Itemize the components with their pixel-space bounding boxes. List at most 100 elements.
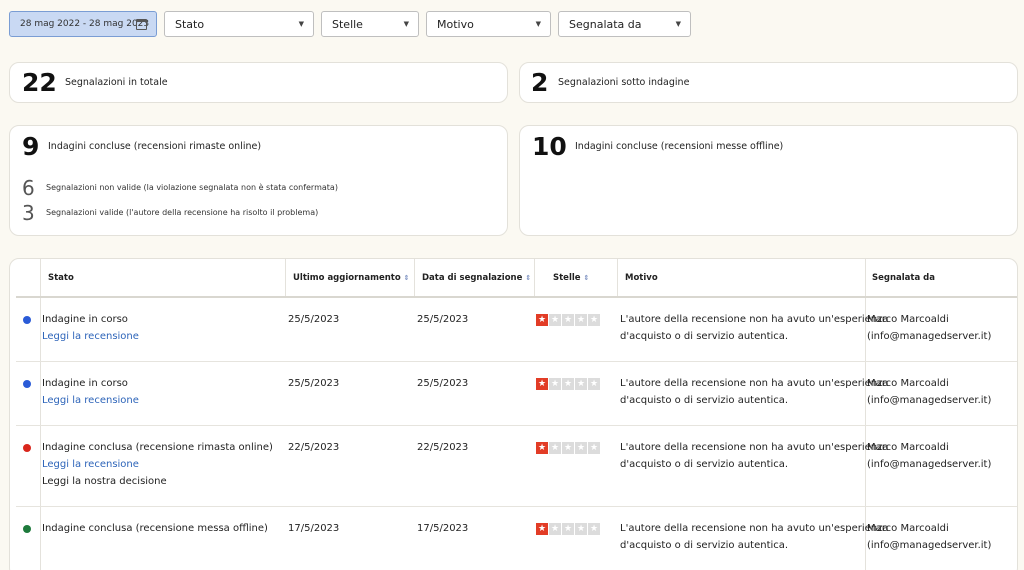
reason-dropdown-label: Motivo bbox=[437, 17, 474, 31]
column-header-report-date[interactable]: Data di segnalazione ⇕ bbox=[422, 273, 531, 283]
star-icon: ★ bbox=[536, 378, 548, 390]
invalid-reports-value: 6 bbox=[22, 176, 35, 200]
stars-dropdown[interactable]: Stelle ▼ bbox=[321, 11, 419, 37]
report-date: 22/5/2023 bbox=[417, 442, 469, 453]
reason-text: L'autore della recensione non ha avuto u… bbox=[620, 523, 889, 534]
star-icon: ★ bbox=[575, 442, 587, 454]
chevron-down-icon: ▼ bbox=[403, 20, 409, 28]
reporter-email: (info@managedserver.it) bbox=[867, 540, 992, 551]
star-icon: ★ bbox=[575, 314, 587, 326]
sort-icon: ⇕ bbox=[403, 274, 410, 282]
closed-online-label: Indagini concluse (recensioni rimaste on… bbox=[48, 141, 262, 152]
calendar-icon bbox=[136, 19, 147, 30]
reason-dropdown[interactable]: Motivo ▼ bbox=[426, 11, 551, 37]
status-dot-icon bbox=[23, 380, 31, 388]
star-icon: ★ bbox=[562, 442, 574, 454]
star-rating: ★ ★ ★ ★ ★ bbox=[536, 378, 600, 390]
date-range-label: 28 mag 2022 - 28 mag 2023 bbox=[20, 19, 150, 29]
status-text: Indagine in corso bbox=[42, 378, 128, 389]
star-icon: ★ bbox=[536, 442, 548, 454]
star-rating: ★ ★ ★ ★ ★ bbox=[536, 523, 600, 535]
reporter-name: Marco Marcoaldi bbox=[867, 314, 949, 325]
star-icon: ★ bbox=[536, 314, 548, 326]
chevron-down-icon: ▼ bbox=[535, 20, 541, 28]
star-icon: ★ bbox=[562, 523, 574, 535]
status-text: Indagine conclusa (recensione messa offl… bbox=[42, 523, 268, 534]
last-update-date: 17/5/2023 bbox=[288, 523, 340, 534]
read-decision-link[interactable]: Leggi la nostra decisione bbox=[42, 473, 167, 490]
reporter-name: Marco Marcoaldi bbox=[867, 378, 949, 389]
star-icon: ★ bbox=[588, 314, 600, 326]
header-divider bbox=[16, 296, 1017, 298]
column-divider bbox=[40, 259, 41, 570]
read-review-link[interactable]: Leggi la recensione bbox=[42, 328, 139, 345]
column-divider bbox=[534, 259, 535, 296]
column-header-label: Stato bbox=[48, 273, 74, 283]
reporter-name: Marco Marcoaldi bbox=[867, 523, 949, 534]
reporter-name: Marco Marcoaldi bbox=[867, 442, 949, 453]
read-review-link[interactable]: Leggi la recensione bbox=[42, 392, 139, 409]
status-dropdown[interactable]: Stato ▼ bbox=[164, 11, 314, 37]
column-header-reason[interactable]: Motivo bbox=[625, 273, 658, 283]
last-update-date: 25/5/2023 bbox=[288, 378, 340, 389]
reason-text: d'acquisto o di servizio autentica. bbox=[620, 395, 789, 406]
last-update-date: 22/5/2023 bbox=[288, 442, 340, 453]
reported-by-dropdown[interactable]: Segnalata da ▼ bbox=[558, 11, 691, 37]
reason-text: d'acquisto o di servizio autentica. bbox=[620, 331, 789, 342]
reason-text: L'autore della recensione non ha avuto u… bbox=[620, 442, 889, 453]
column-header-label: Motivo bbox=[625, 273, 658, 283]
closed-online-card: 9 Indagini concluse (recensioni rimaste … bbox=[9, 125, 508, 236]
last-update-date: 25/5/2023 bbox=[288, 314, 340, 325]
column-divider bbox=[285, 259, 286, 296]
status-text: Indagine conclusa (recensione rimasta on… bbox=[42, 442, 273, 453]
star-rating: ★ ★ ★ ★ ★ bbox=[536, 442, 600, 454]
date-range-picker[interactable]: 28 mag 2022 - 28 mag 2023 bbox=[9, 11, 157, 37]
reason-text: d'acquisto o di servizio autentica. bbox=[620, 459, 789, 470]
total-reports-value: 22 bbox=[22, 68, 57, 97]
reason-text: d'acquisto o di servizio autentica. bbox=[620, 540, 789, 551]
column-divider bbox=[414, 259, 415, 296]
reason-text: L'autore della recensione non ha avuto u… bbox=[620, 314, 889, 325]
invalid-reports-label: Segnalazioni non valide (la violazione s… bbox=[46, 183, 338, 192]
column-header-stars[interactable]: Stelle ⇕ bbox=[553, 273, 589, 283]
column-header-last-update[interactable]: Ultimo aggiornamento ⇕ bbox=[293, 273, 410, 283]
closed-offline-value: 10 bbox=[532, 132, 567, 161]
star-icon: ★ bbox=[562, 314, 574, 326]
reason-text: L'autore della recensione non ha avuto u… bbox=[620, 378, 889, 389]
column-header-reported-by[interactable]: Segnalata da bbox=[872, 273, 935, 283]
star-icon: ★ bbox=[588, 523, 600, 535]
reports-table: Stato Ultimo aggiornamento ⇕ Data di segn… bbox=[9, 258, 1018, 570]
sort-icon: ⇕ bbox=[525, 274, 532, 282]
star-icon: ★ bbox=[575, 378, 587, 390]
sort-icon: ⇕ bbox=[583, 274, 590, 282]
reporter-email: (info@managedserver.it) bbox=[867, 459, 992, 470]
chevron-down-icon: ▼ bbox=[298, 20, 304, 28]
star-icon: ★ bbox=[549, 314, 561, 326]
star-icon: ★ bbox=[588, 378, 600, 390]
valid-reports-value: 3 bbox=[22, 201, 35, 225]
star-icon: ★ bbox=[549, 523, 561, 535]
reporter-email: (info@managedserver.it) bbox=[867, 395, 992, 406]
column-header-status[interactable]: Stato bbox=[48, 273, 74, 283]
row-divider bbox=[16, 425, 1017, 426]
star-icon: ★ bbox=[562, 378, 574, 390]
valid-reports-label: Segnalazioni valide (l'autore della rece… bbox=[46, 208, 319, 217]
star-rating: ★ ★ ★ ★ ★ bbox=[536, 314, 600, 326]
row-divider bbox=[16, 361, 1017, 362]
status-dropdown-label: Stato bbox=[175, 17, 205, 31]
under-investigation-value: 2 bbox=[531, 68, 549, 97]
status-text: Indagine in corso bbox=[42, 314, 128, 325]
status-dot-icon bbox=[23, 525, 31, 533]
column-header-label: Ultimo aggiornamento bbox=[293, 273, 401, 283]
stars-dropdown-label: Stelle bbox=[332, 17, 363, 31]
read-review-link[interactable]: Leggi la recensione bbox=[42, 456, 139, 473]
report-date: 25/5/2023 bbox=[417, 378, 469, 389]
under-investigation-label: Segnalazioni sotto indagine bbox=[558, 77, 690, 88]
chevron-down-icon: ▼ bbox=[675, 20, 681, 28]
column-header-label: Stelle bbox=[553, 273, 581, 283]
total-reports-card: 22 Segnalazioni in totale bbox=[9, 62, 508, 103]
closed-online-value: 9 bbox=[22, 132, 40, 161]
total-reports-label: Segnalazioni in totale bbox=[65, 77, 168, 88]
closed-offline-label: Indagini concluse (recensioni messe offl… bbox=[575, 141, 784, 152]
star-icon: ★ bbox=[575, 523, 587, 535]
